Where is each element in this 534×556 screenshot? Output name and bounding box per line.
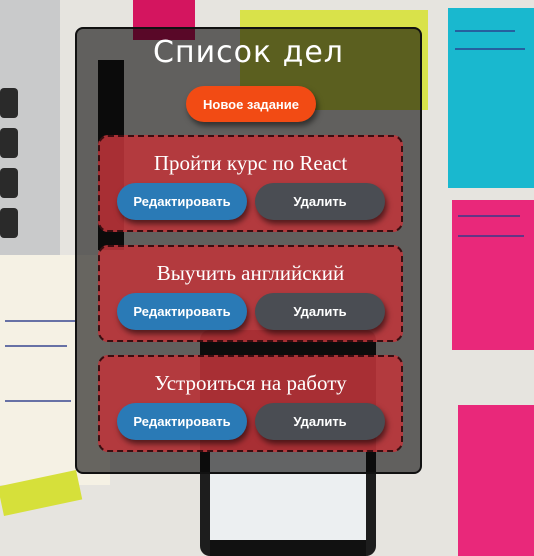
handwriting xyxy=(458,215,520,217)
new-task-button[interactable]: Новое задание xyxy=(186,86,316,122)
page-title: Список дел xyxy=(153,35,344,70)
handwriting xyxy=(5,320,75,322)
task-title: Пройти курс по React xyxy=(153,151,348,175)
handwriting xyxy=(455,48,525,50)
task-title: Выучить английский xyxy=(156,261,345,285)
pink-sticky-note xyxy=(452,200,534,350)
delete-task-button[interactable]: Удалить xyxy=(255,293,385,330)
delete-task-button[interactable]: Удалить xyxy=(255,183,385,220)
handwriting xyxy=(455,30,515,32)
delete-task-button[interactable]: Удалить xyxy=(255,403,385,440)
edit-task-button[interactable]: Редактировать xyxy=(117,293,247,330)
handwriting xyxy=(458,235,524,237)
pink-sticky-note xyxy=(458,405,534,556)
keyboard-key xyxy=(0,128,18,158)
keyboard-key xyxy=(0,208,18,238)
handwriting xyxy=(5,345,67,347)
task-card: Устроиться на работу Редактировать Удали… xyxy=(98,355,403,452)
todo-panel: Список дел Новое задание Пройти курс по … xyxy=(75,27,422,474)
handwriting xyxy=(5,400,71,402)
edit-task-button[interactable]: Редактировать xyxy=(117,403,247,440)
task-title: Устроиться на работу xyxy=(154,371,347,395)
task-card: Пройти курс по React Редактировать Удали… xyxy=(98,135,403,232)
task-card: Выучить английский Редактировать Удалить xyxy=(98,245,403,342)
smartphone-nav-bar xyxy=(210,540,366,556)
cyan-sticky-note xyxy=(448,8,534,188)
keyboard-key xyxy=(0,168,18,198)
keyboard-key xyxy=(0,88,18,118)
edit-task-button[interactable]: Редактировать xyxy=(117,183,247,220)
